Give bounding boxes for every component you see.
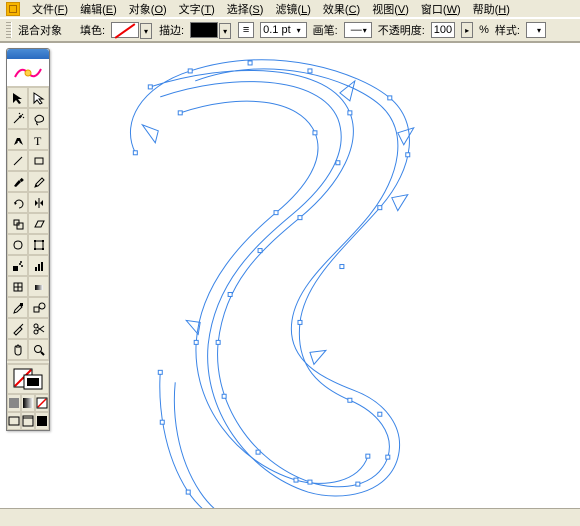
menu-file[interactable]: 文件(F): [28, 0, 72, 18]
tool-grid: T: [7, 87, 49, 430]
menu-view[interactable]: 视图(V): [368, 0, 413, 18]
stroke-swatch-dropdown[interactable]: [219, 23, 231, 39]
graph-tool[interactable]: [28, 255, 49, 276]
stroke-weight-icon-box[interactable]: ≡: [238, 22, 254, 38]
line-tool[interactable]: [7, 150, 28, 171]
reflect-tool[interactable]: [28, 192, 49, 213]
tool-panel: T: [6, 48, 50, 431]
options-grip[interactable]: [6, 22, 12, 38]
screen-mode-normal[interactable]: [7, 412, 21, 430]
menu-effect[interactable]: 效果(C): [319, 0, 364, 18]
rectangle-tool[interactable]: [28, 150, 49, 171]
rotate-tool[interactable]: [7, 192, 28, 213]
stroke-weight-value: 0.1 pt: [263, 24, 291, 36]
app-icon: [6, 2, 20, 16]
menu-help[interactable]: 帮助(H): [469, 0, 514, 18]
opacity-value: 100: [434, 24, 452, 36]
stroke-swatch[interactable]: [190, 22, 218, 38]
tool-panel-titlebar[interactable]: [7, 49, 49, 59]
brush-dropdown[interactable]: —: [344, 22, 372, 38]
shear-tool[interactable]: [28, 213, 49, 234]
gradient-tool[interactable]: [28, 276, 49, 297]
none-mode-btn[interactable]: [35, 394, 49, 412]
mesh-tool[interactable]: [7, 276, 28, 297]
opacity-label: 不透明度:: [378, 22, 425, 38]
fill-swatch[interactable]: [111, 22, 139, 38]
pen-tool[interactable]: [7, 129, 28, 150]
free-transform-tool[interactable]: [28, 234, 49, 255]
svg-text:T: T: [34, 134, 42, 147]
tool-panel-logo: [7, 59, 49, 87]
slice-tool[interactable]: [7, 318, 28, 339]
selection-tool[interactable]: [7, 87, 28, 108]
direct-selection-tool[interactable]: [28, 87, 49, 108]
scale-tool[interactable]: [7, 213, 28, 234]
menu-edit[interactable]: 编辑(E): [76, 0, 121, 18]
tool-name-label: 混合对象: [18, 22, 62, 38]
stroke-label: 描边:: [159, 22, 184, 38]
symbol-sprayer-tool[interactable]: [7, 255, 28, 276]
opacity-spin[interactable]: ▸: [461, 22, 473, 38]
fill-stroke-swatch[interactable]: [7, 364, 49, 394]
fill-label: 填色:: [80, 22, 105, 38]
magic-wand-tool[interactable]: [7, 108, 28, 129]
pencil-tool[interactable]: [28, 171, 49, 192]
options-bar: 混合对象 填色: 描边: ≡ 0.1 pt 画笔: — 不透明度: 100 ▸ …: [0, 18, 580, 42]
eyedropper-tool[interactable]: [7, 297, 28, 318]
work-area: [0, 42, 580, 526]
stroke-weight-dropdown[interactable]: [294, 23, 304, 37]
menu-object[interactable]: 对象(O): [125, 0, 171, 18]
lasso-tool[interactable]: [28, 108, 49, 129]
style-label: 样式:: [495, 22, 520, 38]
blend-tool[interactable]: [28, 297, 49, 318]
opacity-suffix: %: [479, 24, 489, 36]
stroke-weight-icon: ≡: [243, 24, 249, 36]
menu-bar: 文件(F) 编辑(E) 对象(O) 文字(T) 选择(S) 滤镜(L) 效果(C…: [0, 0, 580, 18]
menu-window[interactable]: 窗口(W): [417, 0, 465, 18]
status-strip: [0, 508, 580, 526]
canvas[interactable]: [0, 43, 580, 526]
fill-swatch-dropdown[interactable]: [140, 23, 152, 39]
style-dropdown[interactable]: [526, 22, 546, 38]
screen-mode-full[interactable]: [35, 412, 49, 430]
type-tool[interactable]: T: [28, 129, 49, 150]
paintbrush-tool[interactable]: [7, 171, 28, 192]
stroke-weight-input[interactable]: 0.1 pt: [260, 22, 307, 38]
menu-type[interactable]: 文字(T): [175, 0, 219, 18]
menu-filter[interactable]: 滤镜(L): [271, 0, 314, 18]
brush-label: 画笔:: [313, 22, 338, 38]
menu-select[interactable]: 选择(S): [223, 0, 268, 18]
warp-tool[interactable]: [7, 234, 28, 255]
color-mode-btn[interactable]: [7, 394, 21, 412]
zoom-tool[interactable]: [28, 339, 49, 360]
screen-mode-full-menu[interactable]: [21, 412, 35, 430]
gradient-mode-btn[interactable]: [21, 394, 35, 412]
hand-tool[interactable]: [7, 339, 28, 360]
opacity-input[interactable]: 100: [431, 22, 455, 38]
scissors-tool[interactable]: [28, 318, 49, 339]
